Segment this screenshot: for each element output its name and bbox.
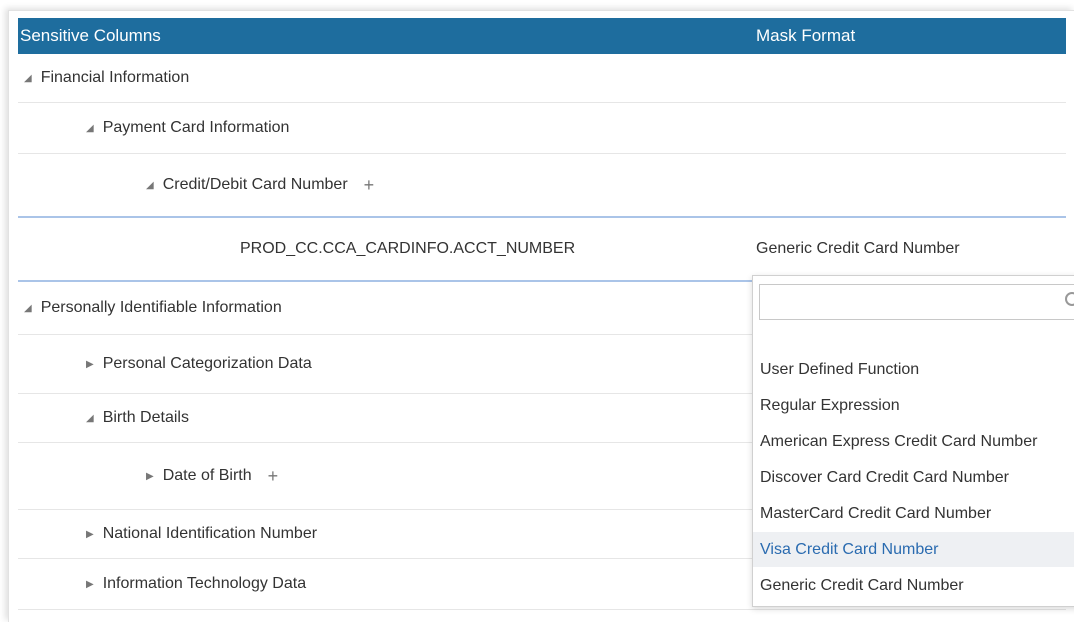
triangle-right-icon[interactable]: ▶ [86,579,94,590]
dropdown-option-generic-credit-card[interactable]: Generic Credit Card Number [753,568,1074,603]
add-column-plus-icon[interactable]: + [364,176,375,194]
mask-format-select[interactable]: Generic Credit Card Number [756,240,960,258]
triangle-down-icon[interactable]: ◢ [24,73,32,84]
mask-format-dropdown: User Defined Function Regular Expression… [752,275,1074,607]
mask-format-search-input[interactable] [759,284,1074,320]
tree-node-label: Payment Card Information [102,119,290,136]
column-name: PROD_CC.CCA_CARDINFO.ACCT_NUMBER [240,240,576,257]
tree-node-label: Birth Details [102,409,189,426]
triangle-down-icon[interactable]: ◢ [24,303,32,314]
column-header-mask-format[interactable]: Mask Format [756,26,855,46]
table-header: Sensitive Columns Mask Format [18,18,1066,54]
triangle-down-icon[interactable]: ◢ [146,180,154,191]
tree-node-label: Personal Categorization Data [102,355,312,372]
dropdown-option-discover-card[interactable]: Discover Card Credit Card Number [753,460,1074,495]
tree-node-label: Financial Information [40,69,190,86]
triangle-down-icon[interactable]: ◢ [86,123,94,134]
dropdown-option-mastercard[interactable]: MasterCard Credit Card Number [753,496,1074,531]
triangle-right-icon[interactable]: ▶ [86,359,94,370]
triangle-down-icon[interactable]: ◢ [86,413,94,424]
search-icon[interactable] [1065,292,1074,306]
triangle-right-icon[interactable]: ▶ [146,471,154,482]
table-row-selected-column[interactable]: PROD_CC.CCA_CARDINFO.ACCT_NUMBER Generic… [18,216,1066,282]
column-header-sensitive-columns[interactable]: Sensitive Columns [20,26,161,46]
tree-row-payment-card-information[interactable]: ◢ Payment Card Information [18,103,1066,154]
dropdown-option-visa[interactable]: Visa Credit Card Number [753,532,1074,567]
dropdown-option-american-express[interactable]: American Express Credit Card Number [753,424,1074,459]
tree-row-financial-information[interactable]: ◢ Financial Information [18,54,1066,103]
dropdown-option-user-defined-function[interactable]: User Defined Function [753,352,1074,387]
tree-node-label: National Identification Number [102,525,318,542]
dropdown-option-regular-expression[interactable]: Regular Expression [753,388,1074,423]
add-column-plus-icon[interactable]: + [268,467,279,485]
tree-row-credit-debit-card-number[interactable]: ◢ Credit/Debit Card Number + [18,154,1066,216]
tree-node-label: Information Technology Data [102,575,307,592]
tree-node-label: Date of Birth [162,467,252,484]
tree-node-label: Personally Identifiable Information [40,299,282,316]
tree-node-label: Credit/Debit Card Number [162,176,348,193]
triangle-right-icon[interactable]: ▶ [86,529,94,540]
